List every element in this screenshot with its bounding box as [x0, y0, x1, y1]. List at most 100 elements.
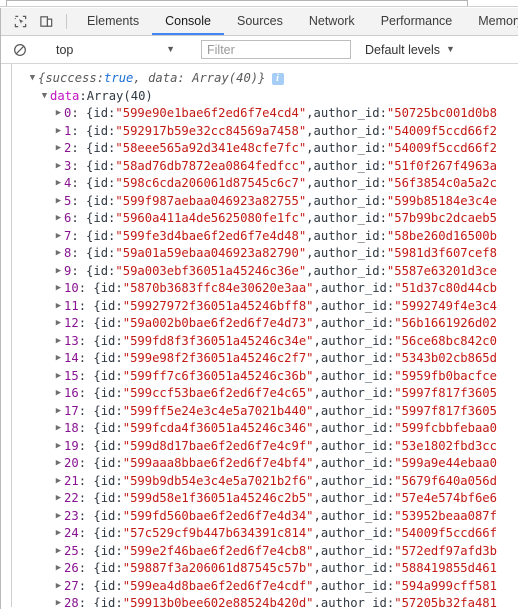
value-author-id: "56ce68bc842c0 [394, 333, 497, 348]
colon-separator: : [379, 106, 387, 120]
array-item-row[interactable]: 7: {id: "599fe3d4bae6f2ed6f7e4d48", auth… [1, 228, 518, 246]
disclosure-triangle-closed[interactable] [53, 162, 64, 171]
execution-context-select[interactable]: top ▼ [48, 40, 180, 60]
tab-memory[interactable]: Memory [465, 8, 518, 35]
tab-console[interactable]: Console [152, 8, 224, 35]
disclosure-triangle-closed[interactable] [53, 109, 64, 118]
array-item-row[interactable]: 18: {id: "599fcda4f36051a45246c346", aut… [1, 420, 518, 438]
disclosure-triangle-open[interactable] [27, 74, 38, 83]
array-index: 20 [64, 456, 79, 470]
colon-separator: : { [78, 333, 101, 348]
array-item-row[interactable]: 1: {id: "592917b59e32cc84569a7458", auth… [1, 123, 518, 141]
disclosure-triangle-closed[interactable] [53, 127, 64, 136]
comma-separator: , [306, 141, 314, 155]
disclosure-triangle-closed[interactable] [53, 214, 64, 223]
value-author-id: "599a9e44ebaa0 [394, 456, 497, 470]
inspect-element-icon[interactable] [7, 8, 33, 35]
array-item-row[interactable]: 20: {id: "599aaa8bbae6f2ed6f7e4bf4", aut… [1, 455, 518, 473]
array-index: 19 [64, 438, 79, 453]
disclosure-triangle-closed[interactable] [53, 529, 64, 538]
disclosure-triangle-open[interactable] [39, 92, 50, 101]
array-item-row[interactable]: 8: {id: "59a01a59ebaa046923a82790", auth… [1, 245, 518, 263]
array-item-row[interactable]: 25: {id: "599e2f46bae6f2ed6f7e4cb8", aut… [1, 543, 518, 561]
value-id: "599d58e1f36051a45246c2b5" [122, 491, 314, 505]
value-id: "59a01a59ebaa046923a82790" [115, 246, 307, 260]
disclosure-triangle-closed[interactable] [53, 494, 64, 503]
array-item-row[interactable]: 15: {id: "599ff7c6f36051a45246c36b", aut… [1, 368, 518, 386]
disclosure-triangle-closed[interactable] [53, 302, 64, 311]
array-item-row[interactable]: 19: {id: "599d8d17bae6f2ed6f7e4c9f", aut… [1, 438, 518, 456]
disclosure-triangle-closed[interactable] [53, 337, 64, 346]
colon-separator: : { [78, 491, 101, 505]
array-item-row[interactable]: 9: {id: "59a003ebf36051a45246c36e", auth… [1, 263, 518, 281]
disclosure-triangle-closed[interactable] [53, 459, 64, 468]
disclosure-triangle-closed[interactable] [53, 547, 64, 556]
clear-console-icon[interactable] [7, 43, 33, 57]
array-item-row[interactable]: 14: {id: "599e98f2f36051a45246c2f7", aut… [1, 350, 518, 368]
colon-separator: : [115, 491, 123, 505]
value-id: "59a003ebf36051a45246c36e" [115, 263, 307, 278]
value-id: "599d8d17bae6f2ed6f7e4c9f" [122, 438, 314, 453]
disclosure-triangle-closed[interactable] [53, 232, 64, 241]
array-item-row[interactable]: 2: {id: "58eee565a92d341e48cfe7fc", auth… [1, 140, 518, 158]
array-item-row[interactable]: 13: {id: "599fd8f3f36051a45246c34e", aut… [1, 333, 518, 351]
disclosure-triangle-closed[interactable] [53, 372, 64, 381]
console-output[interactable]: {success: true, data: Array(40)} i data:… [1, 64, 518, 607]
colon-separator: : [386, 403, 395, 418]
colon-separator: : { [71, 141, 94, 155]
value-id: "592917b59e32cc84569a7458" [115, 123, 307, 138]
disclosure-triangle-closed[interactable] [53, 354, 64, 363]
disclosure-triangle-closed[interactable] [53, 442, 64, 451]
colon-separator: : [115, 351, 123, 365]
disclosure-triangle-closed[interactable] [53, 477, 64, 486]
value-id: "599fd560bae6f2ed6f7e4d34" [122, 508, 314, 523]
array-item-row[interactable]: 21: {id: "599b9db54e3c4e5a7021b2f6", aut… [1, 473, 518, 491]
array-item-row[interactable]: 12: {id: "59a002b0bae6f2ed6f7e4d73", aut… [1, 315, 518, 333]
value-author-id: "57b99bc2dcaeb5 [386, 211, 497, 225]
info-icon[interactable]: i [271, 72, 284, 85]
disclosure-triangle-closed[interactable] [53, 179, 64, 188]
array-item-row[interactable]: 5: {id: "599f987aebaa046923a82755", auth… [1, 193, 518, 211]
disclosure-triangle-closed[interactable] [53, 249, 64, 258]
array-item-row[interactable]: 11: {id: "59927972f36051a45246bff8", aut… [1, 298, 518, 316]
key-author-id: author_id [313, 246, 380, 260]
disclosure-triangle-closed[interactable] [53, 407, 64, 416]
tab-elements[interactable]: Elements [74, 8, 152, 35]
filter-input[interactable] [201, 40, 351, 59]
disclosure-triangle-closed[interactable] [53, 424, 64, 433]
key-id: id [93, 263, 109, 278]
object-root-row[interactable]: {success: true, data: Array(40)} i [1, 70, 518, 88]
disclosure-triangle-closed[interactable] [53, 284, 64, 293]
array-item-row[interactable]: 26: {id: "59887f3a206061d87545c57b", aut… [1, 560, 518, 578]
colon-separator: : [108, 123, 116, 138]
array-item-row[interactable]: 24: {id: "57c529cf9b447b634391c814", aut… [1, 525, 518, 543]
array-item-row[interactable]: 0: {id: "599e90e1bae6f2ed6f7e4cd4", auth… [1, 105, 518, 123]
disclosure-triangle-closed[interactable] [53, 267, 64, 276]
array-item-row[interactable]: 28: {id: "59913b0bee602e88524b420d", aut… [1, 595, 518, 607]
data-property-row[interactable]: data: Array(40) [1, 88, 518, 106]
array-item-row[interactable]: 10: {id: "5870b3683ffc84e30620e3aa", aut… [1, 280, 518, 298]
disclosure-triangle-closed[interactable] [53, 564, 64, 573]
key-author-id: author_id [320, 298, 387, 313]
disclosure-triangle-closed[interactable] [53, 512, 64, 521]
array-item-row[interactable]: 6: {id: "5960a411a4de5625080fe1fc", auth… [1, 210, 518, 228]
disclosure-triangle-closed[interactable] [53, 389, 64, 398]
array-item-row[interactable]: 16: {id: "599ccf53bae6f2ed6f7e4c65", aut… [1, 385, 518, 403]
disclosure-triangle-closed[interactable] [53, 319, 64, 328]
log-levels-dropdown[interactable]: Default levels ▼ [365, 43, 455, 57]
tab-network[interactable]: Network [296, 8, 368, 35]
array-item-row[interactable]: 4: {id: "598c6cda206061d87545c6c7", auth… [1, 175, 518, 193]
colon-separator: : [115, 333, 123, 348]
disclosure-triangle-closed[interactable] [53, 582, 64, 591]
disclosure-triangle-closed[interactable] [53, 144, 64, 153]
array-item-row[interactable]: 23: {id: "599fd560bae6f2ed6f7e4d34", aut… [1, 508, 518, 526]
device-toolbar-icon[interactable] [33, 8, 59, 35]
disclosure-triangle-closed[interactable] [53, 197, 64, 206]
array-item-row[interactable]: 17: {id: "599ff5e24e3c4e5a7021b440", aut… [1, 403, 518, 421]
tab-performance[interactable]: Performance [368, 8, 466, 35]
tab-sources[interactable]: Sources [224, 8, 296, 35]
array-item-row[interactable]: 22: {id: "599d58e1f36051a45246c2b5", aut… [1, 490, 518, 508]
disclosure-triangle-closed[interactable] [53, 599, 64, 607]
array-item-row[interactable]: 3: {id: "58ad76db7872ea0864fedfcc", auth… [1, 158, 518, 176]
array-item-row[interactable]: 27: {id: "599ea4d8bae6f2ed6f7e4cdf", aut… [1, 578, 518, 596]
